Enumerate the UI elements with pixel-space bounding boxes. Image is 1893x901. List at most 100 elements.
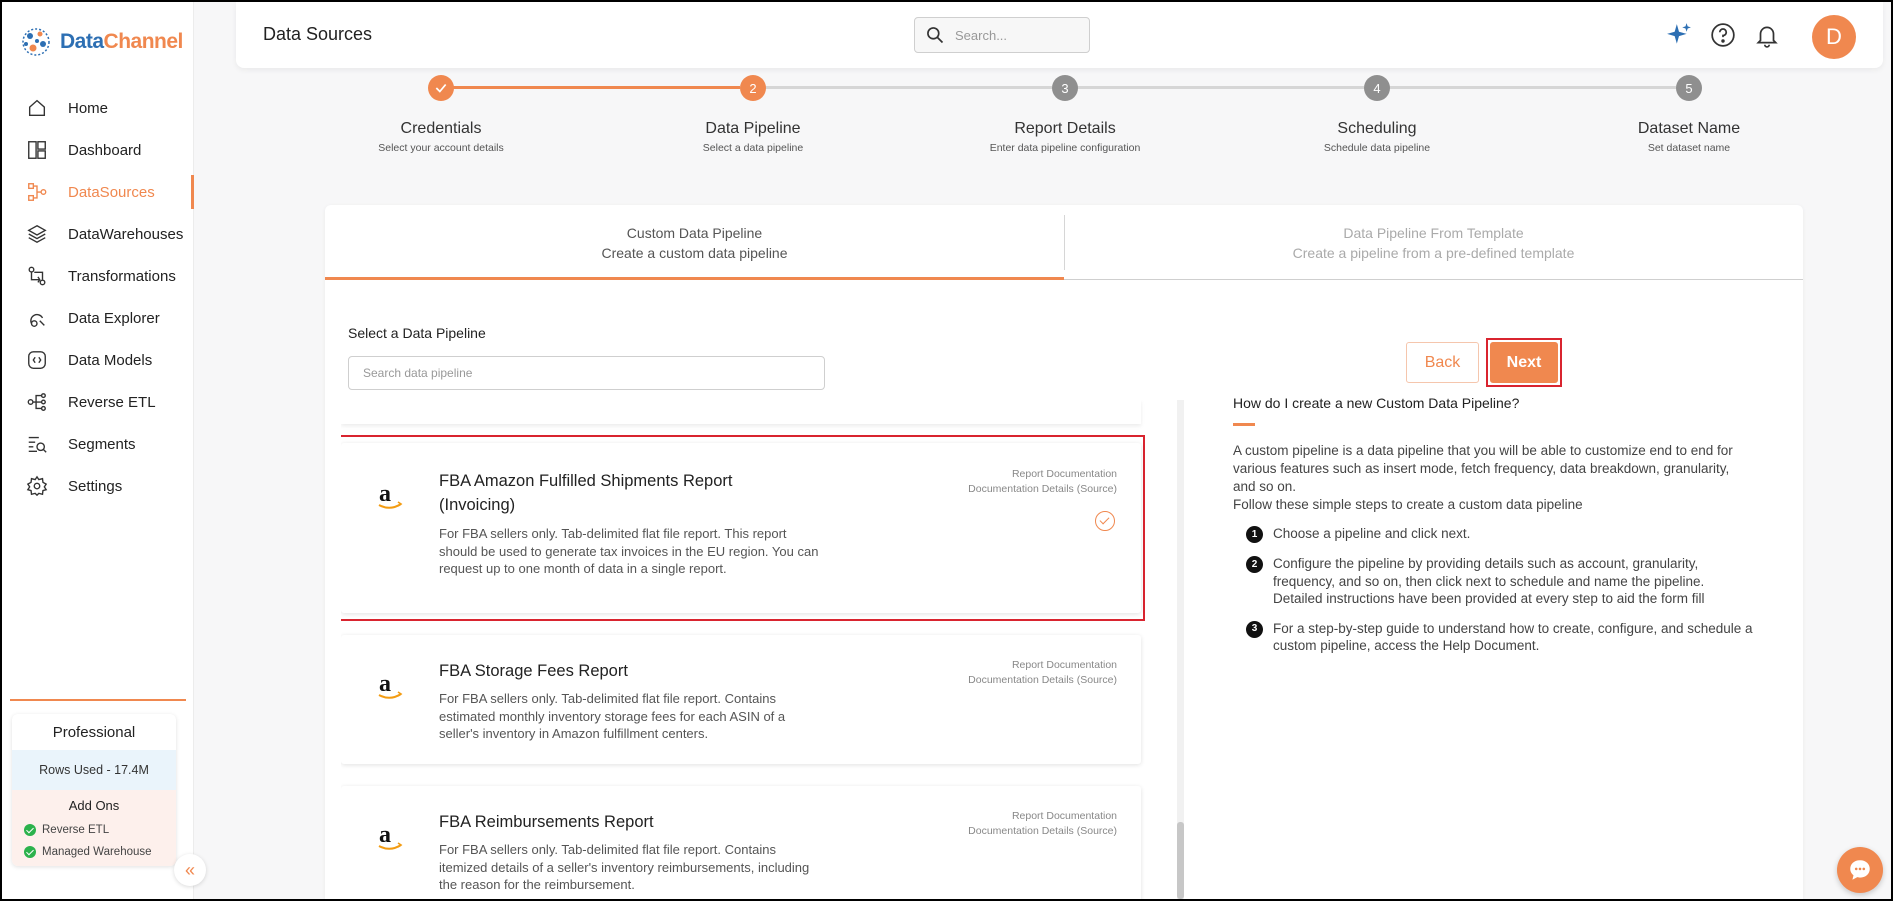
pipeline-description: For FBA sellers only. Tab-delimited flat… [439,842,810,892]
tab-custom-data-pipeline[interactable]: Custom Data Pipeline Create a custom dat… [325,205,1064,280]
pipeline-search-input[interactable] [348,356,825,390]
sidebar-item-dashboard[interactable]: Dashboard [2,129,194,171]
datasources-icon [28,183,47,201]
next-button-highlight: Next [1486,338,1562,387]
pipeline-card-fba-reimbursements[interactable]: a FBA Reimbursements Report For FBA sell… [341,786,1141,899]
addon-label: Managed Warehouse [42,846,152,858]
pipeline-title: FBA Reimbursements Report [439,813,654,831]
addons-title: Add Ons [68,798,120,813]
step-subtitle: Select your account details [378,142,504,154]
sparkle-icon[interactable] [1666,22,1692,48]
step-marker-data-pipeline[interactable]: 2 [740,75,766,101]
header-search[interactable] [914,17,1090,53]
sidebar-item-transformations[interactable]: Transformations [2,255,194,297]
step-scheduling: Scheduling Schedule data pipeline [1267,120,1487,154]
selected-check-icon [1095,511,1115,531]
tab-title: Custom Data Pipeline [626,225,763,241]
report-documentation-link[interactable]: Report Documentation [968,809,1117,824]
step-marker-dataset-name[interactable]: 5 [1676,75,1702,101]
help-step-text: Choose a pipeline and click next. [1273,526,1471,541]
sidebar-item-settings[interactable]: Settings [2,465,194,507]
sidebar-item-data-models[interactable]: Data Models [2,339,194,381]
tab-subtitle: Create a custom data pipeline [601,245,788,261]
step-marker-report-details[interactable]: 3 [1052,75,1078,101]
next-button[interactable]: Next [1490,342,1558,383]
step-subtitle: Select a data pipeline [702,142,804,154]
sidebar-item-label: Reverse ETL [68,393,156,411]
step-credentials: Credentials Select your account details [331,120,551,154]
help-paragraph: A custom pipeline is a data pipeline tha… [1233,443,1733,494]
back-button[interactable]: Back [1406,342,1479,383]
addon-item: Managed Warehouse [12,841,176,863]
search-icon [927,27,944,44]
user-avatar[interactable]: D [1812,15,1856,59]
documentation-details-link[interactable]: Documentation Details (Source) [968,482,1117,497]
step-name: Data Pipeline [705,120,801,137]
chat-bubble-icon [1850,860,1870,880]
pipeline-panel: Custom Data Pipeline Create a custom dat… [325,205,1803,899]
step-marker-scheduling[interactable]: 4 [1364,75,1390,101]
svg-text:a: a [379,481,391,507]
step-name: Credentials [400,120,482,137]
top-header: Data Sources D [236,2,1883,68]
sidebar-item-reverse-etl[interactable]: Reverse ETL [2,381,194,423]
sidebar-item-label: Segments [68,435,136,453]
pipeline-links: Report Documentation Documentation Detai… [968,467,1117,497]
help-description: A custom pipeline is a data pipeline tha… [1233,442,1753,514]
home-icon [28,99,46,117]
step-number-badge: 3 [1246,620,1263,638]
collapse-sidebar-button[interactable]: « [174,854,206,886]
tab-subtitle: Create a pipeline from a pre-defined tem… [1292,245,1575,261]
help-title-underline [1233,423,1255,426]
pipeline-type-tabs: Custom Data Pipeline Create a custom dat… [325,205,1803,280]
help-paragraph: Follow these simple steps to create a cu… [1233,497,1583,512]
svg-text:a: a [379,822,391,848]
step-report-details: Report Details Enter data pipeline confi… [955,120,1175,154]
brand-logo[interactable]: DataChannel [18,24,183,60]
chat-support-button[interactable] [1837,847,1883,893]
help-step-text: For a step-by-step guide to understand h… [1273,620,1753,654]
documentation-details-link[interactable]: Documentation Details (Source) [968,673,1117,688]
sidebar: DataChannel Home Dashboard DataSources D… [2,2,194,899]
pipeline-card-fba-storage-fees[interactable]: a FBA Storage Fees Report For FBA seller… [341,635,1141,764]
sidebar-item-datawarehouses[interactable]: DataWarehouses [2,213,194,255]
help-step: 2 Configure the pipeline by providing de… [1233,555,1753,608]
step-connector [754,86,1052,89]
list-item[interactable] [341,400,1141,424]
pipeline-description: For FBA sellers only. Tab-delimited flat… [439,526,819,576]
step-subtitle: Enter data pipeline configuration [989,142,1141,154]
dashboard-icon [28,141,46,159]
explorer-icon [30,313,45,327]
sidebar-item-label: Settings [68,477,123,495]
step-marker-credentials[interactable] [428,75,454,101]
list-scrollbar-thumb[interactable] [1177,822,1184,899]
double-chevron-left-icon: « [184,859,195,880]
search-input[interactable] [955,27,1075,43]
bell-icon[interactable] [1754,22,1780,48]
help-step-text: Configure the pipeline by providing deta… [1273,556,1705,606]
tab-pipeline-from-template[interactable]: Data Pipeline From Template Create a pip… [1064,205,1803,280]
sidebar-item-segments[interactable]: Segments [2,423,194,465]
step-data-pipeline: Data Pipeline Select a data pipeline [643,120,863,154]
pipeline-card-fba-shipments-invoicing[interactable]: a FBA Amazon Fulfilled Shipments Report … [341,443,1141,613]
report-documentation-link[interactable]: Report Documentation [968,467,1117,482]
report-documentation-link[interactable]: Report Documentation [968,658,1117,673]
sidebar-item-label: DataWarehouses [68,225,184,243]
documentation-details-link[interactable]: Documentation Details (Source) [968,824,1117,839]
transform-icon [28,266,46,286]
help-step: 1 Choose a pipeline and click next. [1233,525,1753,543]
brand-name-part2: Channel [103,30,184,53]
addons-section: Add Ons Reverse ETL Managed Warehouse [12,790,176,866]
sidebar-item-home[interactable]: Home [2,87,194,129]
pipeline-list: a FBA Amazon Fulfilled Shipments Report … [341,400,1181,899]
sidebar-item-data-explorer[interactable]: Data Explorer [2,297,194,339]
step-connector [441,86,740,89]
help-panel: How do I create a new Custom Data Pipeli… [1233,390,1753,667]
step-number-badge: 2 [1246,556,1263,573]
help-icon[interactable] [1710,22,1736,48]
layers-icon [27,224,47,244]
amazon-logo-icon: a [378,822,403,850]
sidebar-item-datasources[interactable]: DataSources [2,171,194,213]
models-icon [28,351,46,369]
amazon-logo-icon: a [378,481,403,509]
